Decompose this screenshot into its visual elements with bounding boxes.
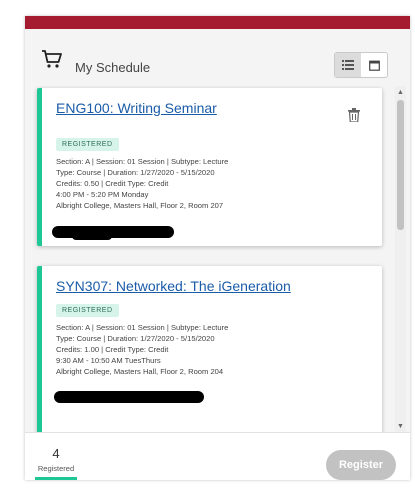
scroll-up-arrow-icon[interactable]: ▲ bbox=[395, 86, 406, 98]
scrollbar-thumb[interactable] bbox=[397, 100, 404, 230]
detail-line: Albright College, Masters Hall, Floor 2,… bbox=[56, 201, 224, 210]
registered-label: Registered bbox=[37, 464, 75, 473]
course-details: Section: A | Session: 01 Session | Subty… bbox=[56, 322, 228, 377]
detail-line: Section: A | Session: 01 Session | Subty… bbox=[56, 157, 229, 166]
course-list: ENG100: Writing Seminar REGISTERED Secti… bbox=[25, 86, 395, 436]
course-card: ENG100: Writing Seminar REGISTERED Secti… bbox=[37, 88, 382, 246]
active-tab-indicator bbox=[35, 477, 77, 480]
schedule-footer: 4 Registered Register bbox=[25, 432, 410, 480]
detail-line: Type: Course | Duration: 1/27/2020 - 5/1… bbox=[56, 334, 215, 343]
redaction-mark bbox=[54, 391, 204, 403]
course-title-link[interactable]: ENG100: Writing Seminar bbox=[56, 100, 217, 116]
status-badge: REGISTERED bbox=[56, 304, 119, 317]
list-view-icon bbox=[342, 60, 354, 70]
redaction-mark bbox=[52, 226, 174, 238]
register-button[interactable]: Register bbox=[326, 450, 396, 480]
calendar-view-button[interactable] bbox=[361, 53, 387, 77]
view-toggle bbox=[334, 52, 388, 78]
calendar-view-icon bbox=[368, 60, 380, 71]
course-title-link[interactable]: SYN307: Networked: The iGeneration bbox=[56, 278, 291, 294]
list-scrollbar[interactable]: ▲ ▼ bbox=[395, 86, 406, 432]
scroll-down-arrow-icon[interactable]: ▼ bbox=[395, 420, 406, 432]
detail-line: Albright College, Masters Hall, Floor 2,… bbox=[56, 367, 224, 376]
list-view-button[interactable] bbox=[335, 53, 361, 77]
page-title: My Schedule bbox=[75, 60, 151, 75]
redaction-mark bbox=[72, 232, 112, 240]
detail-line: Credits: 0.50 | Credit Type: Credit bbox=[56, 179, 169, 188]
schedule-header: My Schedule bbox=[25, 29, 410, 89]
course-card: SYN307: Networked: The iGeneration REGIS… bbox=[37, 266, 382, 436]
brand-bar bbox=[25, 16, 410, 29]
registered-count: 4 bbox=[52, 446, 60, 461]
detail-line: 9:30 AM - 10:50 AM TuesThurs bbox=[56, 356, 161, 365]
status-badge: REGISTERED bbox=[56, 138, 119, 151]
detail-line: Type: Course | Duration: 1/27/2020 - 5/1… bbox=[56, 168, 215, 177]
detail-line: 4:00 PM - 5:20 PM Monday bbox=[56, 190, 149, 199]
trash-icon[interactable] bbox=[348, 108, 360, 122]
cart-icon bbox=[42, 50, 62, 68]
schedule-panel: My Schedule ENG100: Writing Seminar REGI… bbox=[25, 16, 410, 480]
detail-line: Section: A | Session: 01 Session | Subty… bbox=[56, 323, 229, 332]
course-details: Section: A | Session: 01 Session | Subty… bbox=[56, 156, 228, 211]
detail-line: Credits: 1.00 | Credit Type: Credit bbox=[56, 345, 169, 354]
